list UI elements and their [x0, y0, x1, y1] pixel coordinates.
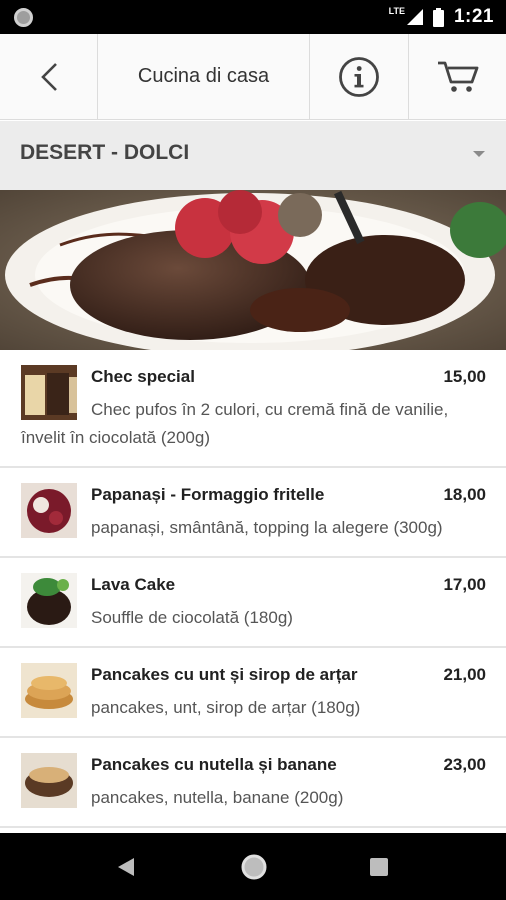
- nav-recents-icon: [370, 858, 388, 876]
- item-name: Pancakes cu unt și sirop de arțar: [91, 665, 358, 684]
- status-icons: LTE 1:21: [389, 0, 494, 34]
- item-description: papanași, smântână, topping la alegere (…: [91, 518, 443, 537]
- item-description: pancakes, nutella, banane (200g): [91, 788, 344, 807]
- item-thumbnail: [21, 483, 77, 538]
- category-dropdown[interactable]: DESERT - DOLCI: [0, 121, 506, 190]
- status-time: 1:21: [453, 6, 494, 27]
- menu-item[interactable]: Lava Cake 17,00 Souffle de ciocolată (18…: [0, 558, 506, 648]
- item-name: Lava Cake: [91, 575, 176, 594]
- menu-item[interactable]: Pancakes cu nutella și banane 23,00 panc…: [0, 738, 506, 828]
- item-price: 18,00: [443, 485, 486, 504]
- restaurant-title: Cucina di casa: [98, 34, 310, 119]
- item-thumbnail: [21, 573, 77, 628]
- menu-item[interactable]: Pancakes cu unt și sirop de arțar 21,00 …: [0, 648, 506, 738]
- item-description: Souffle de ciocolată (180g): [91, 608, 293, 627]
- item-name: Papanași - Formaggio fritelle: [91, 485, 325, 504]
- battery-icon: [432, 7, 444, 27]
- back-button[interactable]: [0, 34, 98, 119]
- item-thumbnail: [21, 753, 77, 808]
- item-description: Chec pufos în 2 culori, cu cremă fină de…: [21, 400, 449, 447]
- item-price: 21,00: [443, 665, 486, 684]
- item-description: pancakes, unt, sirop de arțar (180g): [91, 698, 361, 717]
- category-label: DESERT - DOLCI: [20, 141, 190, 164]
- notification-dot-icon: [14, 8, 33, 27]
- nav-recents-button[interactable]: [370, 858, 388, 881]
- app-bar: Cucina di casa: [0, 34, 506, 120]
- info-button[interactable]: [310, 34, 409, 119]
- signal-icon: [406, 9, 423, 25]
- item-price: 23,00: [443, 755, 486, 774]
- system-navigation-bar: [0, 833, 506, 900]
- cart-icon: [437, 61, 478, 92]
- menu-item[interactable]: Chec special 15,00 Chec pufos în 2 culor…: [0, 350, 506, 468]
- nav-back-button[interactable]: [117, 857, 135, 882]
- info-icon: [339, 56, 379, 97]
- page-title: Cucina di casa: [137, 65, 270, 87]
- category-banner-image: [0, 190, 506, 350]
- item-thumbnail: [21, 663, 77, 718]
- back-arrow-icon: [40, 62, 57, 91]
- item-price: 17,00: [443, 575, 486, 594]
- item-price: 15,00: [443, 367, 486, 386]
- item-thumbnail: [21, 365, 77, 420]
- menu-item[interactable]: Papanași - Formaggio fritelle 18,00 papa…: [0, 468, 506, 558]
- network-type: LTE: [388, 6, 405, 16]
- cart-button[interactable]: [409, 34, 506, 119]
- status-bar: LTE 1:21: [0, 0, 506, 34]
- nav-home-button[interactable]: [240, 853, 268, 886]
- item-name: Chec special: [91, 367, 195, 386]
- nav-home-icon: [241, 854, 267, 880]
- item-name: Pancakes cu nutella și banane: [91, 755, 337, 774]
- menu-list: Chec special 15,00 Chec pufos în 2 culor…: [0, 350, 506, 833]
- nav-back-icon: [118, 858, 134, 876]
- dropdown-arrow-icon: [473, 151, 485, 157]
